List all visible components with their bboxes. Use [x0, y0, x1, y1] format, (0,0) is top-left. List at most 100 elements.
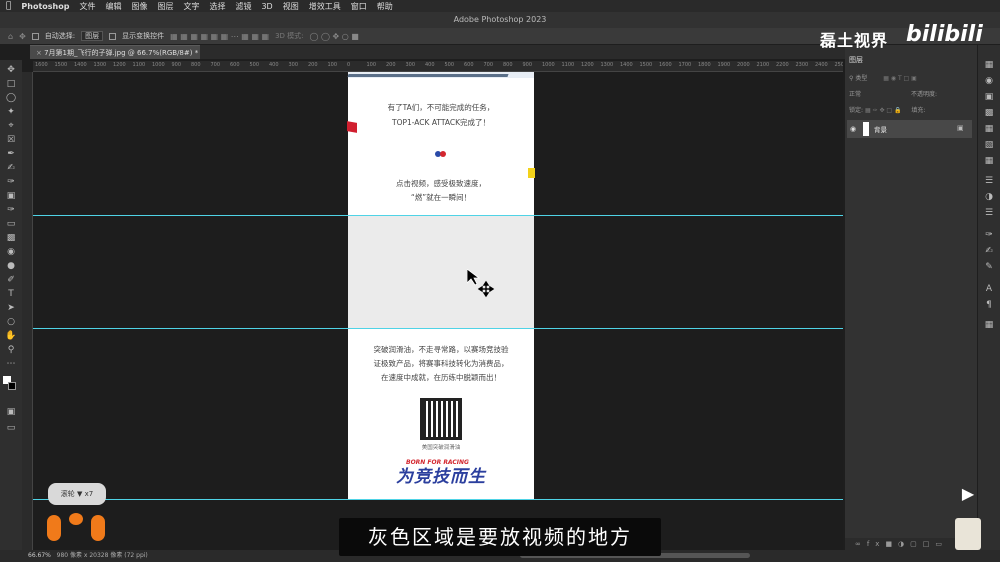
background-color-swatch[interactable]: [8, 382, 16, 390]
ruler-tick: 200: [308, 62, 318, 68]
quick-mask-icon[interactable]: ▣: [5, 406, 17, 418]
document-info[interactable]: 980 像素 x 20328 像素 (72 ppi): [57, 552, 148, 559]
align-icons[interactable]: ▦ ▦ ▦ ▦ ▦ ▦ ⋯ ▦ ▦ ▦: [170, 32, 269, 41]
eye-icon[interactable]: ◉: [850, 125, 856, 133]
eraser-icon[interactable]: ▭: [5, 218, 17, 230]
gradients-icon[interactable]: ▧: [983, 139, 995, 151]
auto-select-dropdown[interactable]: 图层: [81, 31, 104, 41]
properties-icon[interactable]: ☰: [983, 207, 995, 219]
move-icon[interactable]: ✥: [5, 64, 17, 76]
crop-icon[interactable]: ⌖: [5, 120, 17, 132]
menu-view[interactable]: 视图: [283, 1, 299, 12]
clone-source-icon[interactable]: ✍: [983, 245, 995, 257]
channels-icon[interactable]: ▣: [983, 91, 995, 103]
filter-search-icon[interactable]: ⚲: [849, 75, 853, 82]
pen-icon[interactable]: ✐: [5, 274, 17, 286]
more-tools-icon[interactable]: ⋯: [5, 358, 17, 370]
layers-panel-title[interactable]: 图层: [849, 55, 863, 65]
frame-icon[interactable]: ☒: [5, 134, 17, 146]
ruler-tick: 2100: [756, 62, 770, 68]
filter-icons[interactable]: ▦ ◉ T □ ▣: [883, 75, 917, 82]
yellow-accent-shape: [528, 168, 535, 178]
home-icon[interactable]: ⌂: [8, 32, 13, 41]
adjustments-icon[interactable]: ☰: [983, 175, 995, 187]
glyphs-icon[interactable]: ▦: [983, 319, 995, 331]
window-title: Adobe Photoshop 2023: [0, 12, 1000, 28]
menu-layer[interactable]: 图层: [157, 1, 173, 12]
document-tab[interactable]: × 7月第1期_飞行的子弹.jpg @ 66.7%(RGB/8#) *: [30, 45, 200, 59]
ruler-tick: 500: [249, 62, 260, 68]
lock-icon[interactable]: ▣: [957, 124, 964, 132]
swatches-icon[interactable]: ▦: [983, 123, 995, 135]
menu-file[interactable]: 文件: [79, 1, 95, 12]
menu-plugins[interactable]: 增效工具: [309, 1, 341, 12]
blend-mode-dropdown[interactable]: 正常: [849, 91, 861, 98]
menu-image[interactable]: 图像: [131, 1, 147, 12]
apple-icon[interactable]: : [6, 1, 11, 11]
3d-panel-icon[interactable]: ◉: [983, 75, 995, 87]
ruler-tick: 2400: [815, 62, 828, 68]
stamp-icon[interactable]: ▣: [5, 190, 17, 202]
hand-icon[interactable]: ✋: [5, 330, 17, 342]
ruler-tick: 800: [503, 62, 513, 68]
qr-code: [420, 398, 462, 440]
menu-3d[interactable]: 3D: [261, 2, 272, 11]
para2-line2: “燃”就在一瞬间！: [410, 193, 472, 202]
character-icon[interactable]: A: [983, 283, 995, 295]
lock-row: 锁定: ▦ ✑ ✥ □ 🔒 填充:: [849, 105, 973, 114]
menu-edit[interactable]: 编辑: [105, 1, 121, 12]
type-icon[interactable]: T: [5, 288, 17, 300]
ruler-tick: 1000: [542, 62, 555, 68]
lock-icons[interactable]: ▦ ✑ ✥ □ 🔒: [865, 107, 902, 114]
quick-select-icon[interactable]: ✦: [5, 106, 17, 118]
healing-icon[interactable]: ✍: [5, 162, 17, 174]
close-tab-icon[interactable]: ×: [36, 49, 44, 57]
zoom-level[interactable]: 66.67%: [28, 552, 51, 559]
color-panel-icon[interactable]: ▩: [983, 107, 995, 119]
layer-filter-dropdown[interactable]: 类型: [855, 75, 867, 82]
marquee-icon[interactable]: □: [5, 78, 17, 90]
lasso-icon[interactable]: ◯: [5, 92, 17, 104]
canvas-area[interactable]: 有了TA们，不可能完成的任务， TOP1-ACK ATTACK完成了！ 点击视频…: [33, 72, 843, 550]
layers-panel-icon[interactable]: ▦: [983, 59, 995, 71]
guide-line-3[interactable]: [33, 499, 843, 500]
menu-app-name[interactable]: Photoshop: [21, 2, 69, 11]
ruler-tick: 700: [210, 62, 221, 68]
menu-window[interactable]: 窗口: [351, 1, 367, 12]
3d-icons[interactable]: ◯ ◯ ✥ ○ ■: [310, 32, 359, 41]
ruler-tick: 500: [444, 62, 455, 68]
menu-help[interactable]: 帮助: [377, 1, 393, 12]
ruler-tick: 1600: [659, 62, 672, 68]
brush-icon[interactable]: ✑: [5, 176, 17, 188]
history-brush-icon[interactable]: ✑: [5, 204, 17, 216]
zoom-icon[interactable]: ⚲: [5, 344, 17, 356]
menu-select[interactable]: 选择: [209, 1, 225, 12]
menu-type[interactable]: 文字: [183, 1, 199, 12]
layer-row-background[interactable]: ◉ 背景 ▣: [847, 120, 972, 138]
eyedropper-icon[interactable]: ✒: [5, 148, 17, 160]
fill-label: 填充:: [911, 107, 926, 114]
paragraph-icon[interactable]: ¶: [983, 299, 995, 311]
screen-mode-icon[interactable]: ▭: [5, 422, 17, 434]
move-tool-icon[interactable]: ✥: [19, 32, 26, 41]
ruler-tick: 2500: [834, 62, 844, 68]
guide-line-1[interactable]: [33, 215, 843, 216]
ruler-tick: 1300: [600, 62, 614, 68]
auto-select-checkbox[interactable]: [31, 32, 39, 40]
brushes-icon[interactable]: ✑: [983, 229, 995, 241]
ruler-tick: 1700: [678, 62, 692, 68]
shape-icon[interactable]: ○: [5, 316, 17, 328]
ruler-tick: 1400: [620, 62, 633, 68]
styles-icon[interactable]: ◑: [983, 191, 995, 203]
comments-icon[interactable]: ✎: [983, 261, 995, 273]
dodge-icon[interactable]: ●: [5, 260, 17, 272]
ruler-tick: 800: [191, 62, 201, 68]
path-select-icon[interactable]: ➤: [5, 302, 17, 314]
guide-line-2[interactable]: [33, 328, 843, 329]
blur-icon[interactable]: ◉: [5, 246, 17, 258]
gradient-icon[interactable]: ▩: [5, 232, 17, 244]
menu-filter[interactable]: 滤镜: [235, 1, 251, 12]
show-transform-label: 显示变换控件: [122, 32, 165, 40]
patterns-icon[interactable]: ▦: [983, 155, 995, 167]
show-transform-checkbox[interactable]: [109, 32, 117, 40]
